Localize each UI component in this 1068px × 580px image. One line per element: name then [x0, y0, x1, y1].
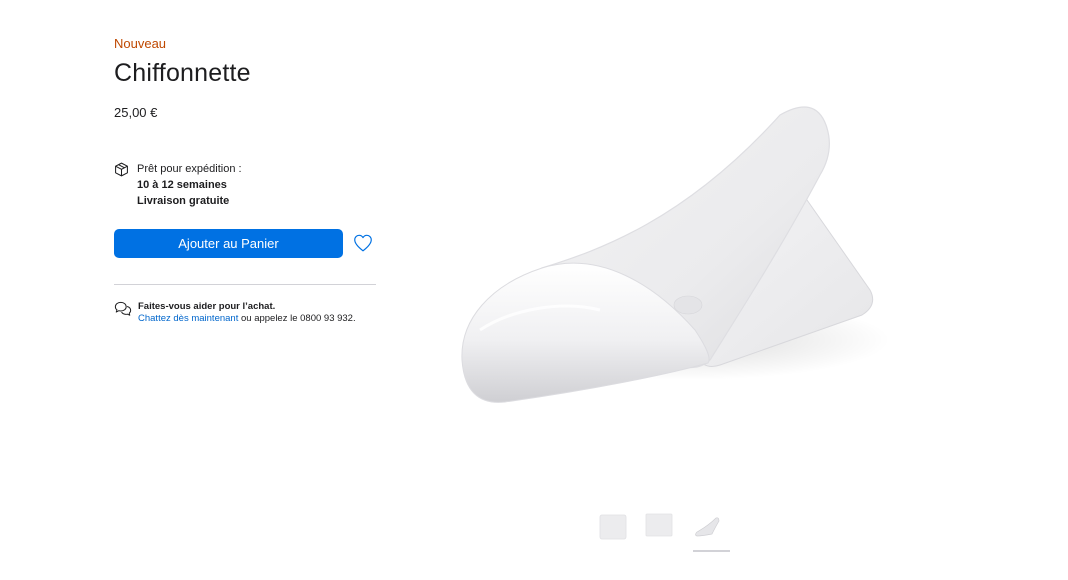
apple-logo-emboss	[673, 295, 703, 315]
shipping-info: Prêt pour expédition : 10 à 12 semaines …	[114, 161, 376, 209]
chat-bubbles-icon	[114, 301, 132, 316]
product-title: Chiffonnette	[114, 59, 251, 87]
new-badge: Nouveau	[114, 36, 167, 51]
purchase-panel: Nouveau Chiffonnette 25,00 € Prêt pour e…	[114, 36, 376, 325]
chat-now-link[interactable]: Chattez dès maintenant	[138, 313, 238, 324]
heart-icon[interactable]	[352, 232, 374, 254]
thumbnail-1[interactable]	[598, 512, 628, 542]
thumbnail-2[interactable]	[644, 512, 674, 542]
divider	[114, 283, 376, 285]
gallery-thumbnails	[598, 512, 738, 552]
help-title: Faites-vous aider pour l’achat.	[138, 300, 276, 312]
shipping-label: Prêt pour expédition :	[137, 162, 242, 175]
shipping-delay: 10 à 12 semaines	[137, 178, 227, 191]
thumbnail-3[interactable]	[692, 512, 722, 542]
box-icon	[115, 162, 128, 177]
cart-row: Ajouter au Panier	[114, 228, 376, 258]
purchase-help: Faites-vous aider pour l’achat. Chattez …	[114, 301, 376, 325]
product-price: 25,00 €	[114, 104, 158, 120]
add-to-cart-button[interactable]: Ajouter au Panier	[114, 228, 343, 258]
selected-thumbnail-indicator	[693, 550, 730, 552]
help-contact: Chattez dès maintenant ou appelez le 080…	[138, 313, 376, 325]
phone-text: ou appelez le 0800 93 932.	[238, 312, 356, 324]
product-image	[461, 106, 890, 403]
delivery-info: Livraison gratuite	[137, 194, 230, 207]
